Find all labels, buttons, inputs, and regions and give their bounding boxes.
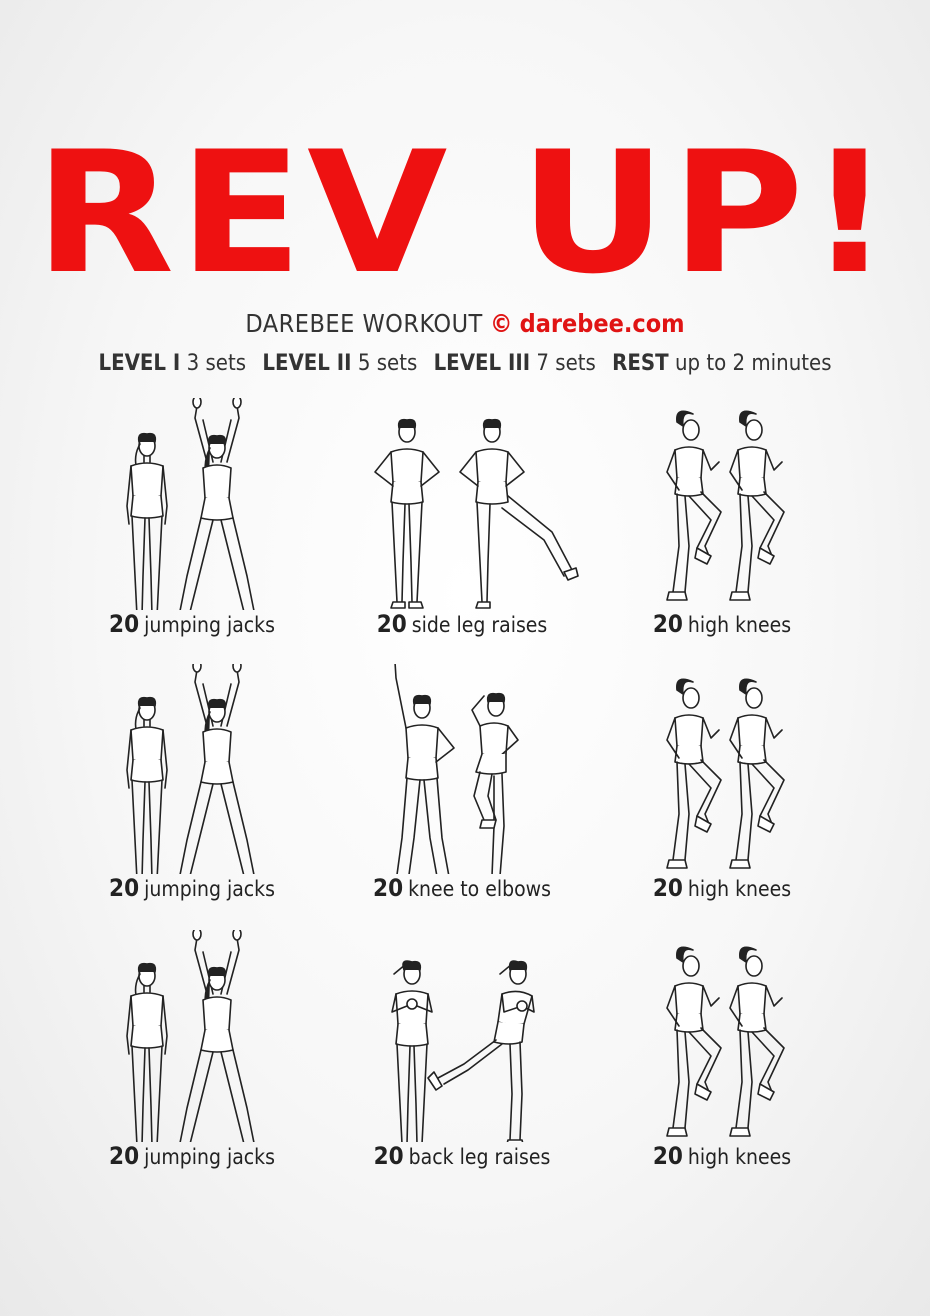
exercise-name: high knees xyxy=(687,1145,792,1169)
exercise-reps: 20 xyxy=(109,1142,140,1170)
exercise-card: 20 high knees xyxy=(592,664,852,903)
level-3-label: LEVEL III xyxy=(433,351,531,376)
exercise-name: high knees xyxy=(687,877,792,901)
jumping-jacks-icon xyxy=(126,664,260,874)
exercise-card: 20 jumping jacks xyxy=(62,398,322,639)
exercise-name: jumping jacks xyxy=(144,877,275,901)
exercise-reps: 20 xyxy=(376,610,407,638)
exercise-card: 20 back leg raises xyxy=(332,930,592,1171)
jumping-jacks-icon xyxy=(126,398,260,610)
exercise-card: 20 high knees xyxy=(592,398,852,639)
exercise-caption: 20 high knees xyxy=(592,1142,852,1171)
exercise-name: back leg raises xyxy=(408,1145,551,1169)
exercise-name: side leg raises xyxy=(411,613,548,637)
level-2-value: 5 sets xyxy=(357,351,418,376)
exercise-reps: 20 xyxy=(373,874,404,902)
copyright-symbol: © xyxy=(489,309,513,338)
workout-subtitle: DAREBEE WORKOUT © darebee.com xyxy=(0,308,930,340)
exercise-name: jumping jacks xyxy=(144,1145,275,1169)
exercise-name: knee to elbows xyxy=(408,877,551,901)
exercise-caption: 20 knee to elbows xyxy=(332,874,592,903)
exercise-caption: 20 side leg raises xyxy=(332,610,592,639)
exercise-reps: 20 xyxy=(652,874,683,902)
exercise-caption: 20 high knees xyxy=(592,874,852,903)
levels-line: LEVEL I 3 sets LEVEL II 5 sets LEVEL III… xyxy=(0,348,930,380)
rest-label: REST xyxy=(612,351,669,376)
workout-title: REV UP! xyxy=(34,115,896,311)
side-leg-raises-icon xyxy=(374,418,579,609)
exercise-caption: 20 jumping jacks xyxy=(62,610,322,639)
exercise-caption: 20 jumping jacks xyxy=(62,1142,322,1171)
high-knees-icon xyxy=(666,410,785,601)
exercise-reps: 20 xyxy=(109,874,140,902)
exercise-caption: 20 jumping jacks xyxy=(62,874,322,903)
level-1-label: LEVEL I xyxy=(98,351,181,376)
exercise-card: 20 knee to elbows xyxy=(332,664,592,903)
exercise-card: 20 jumping jacks xyxy=(62,930,322,1171)
high-knees-icon xyxy=(666,678,785,869)
level-3-value: 7 sets xyxy=(536,351,596,376)
rest-value: up to 2 minutes xyxy=(674,351,832,376)
exercise-card: 20 jumping jacks xyxy=(62,664,322,903)
site-link[interactable]: darebee.com xyxy=(520,309,685,338)
exercise-reps: 20 xyxy=(652,1142,683,1170)
exercise-name: jumping jacks xyxy=(144,613,275,637)
exercise-reps: 20 xyxy=(109,610,140,638)
brand-label: DAREBEE WORKOUT xyxy=(245,309,483,338)
jumping-jacks-icon xyxy=(126,930,260,1142)
back-leg-raises-icon xyxy=(391,960,535,1142)
exercise-caption: 20 high knees xyxy=(592,610,852,639)
exercise-reps: 20 xyxy=(373,1142,404,1170)
exercise-card: 20 side leg raises xyxy=(332,398,592,639)
exercise-name: high knees xyxy=(687,613,792,637)
knee-to-elbows-icon xyxy=(389,664,519,874)
level-1-value: 3 sets xyxy=(186,351,247,376)
high-knees-icon xyxy=(666,946,785,1137)
exercise-reps: 20 xyxy=(652,610,683,638)
exercise-card: 20 high knees xyxy=(592,930,852,1171)
exercise-caption: 20 back leg raises xyxy=(332,1142,592,1171)
level-2-label: LEVEL II xyxy=(262,351,352,376)
